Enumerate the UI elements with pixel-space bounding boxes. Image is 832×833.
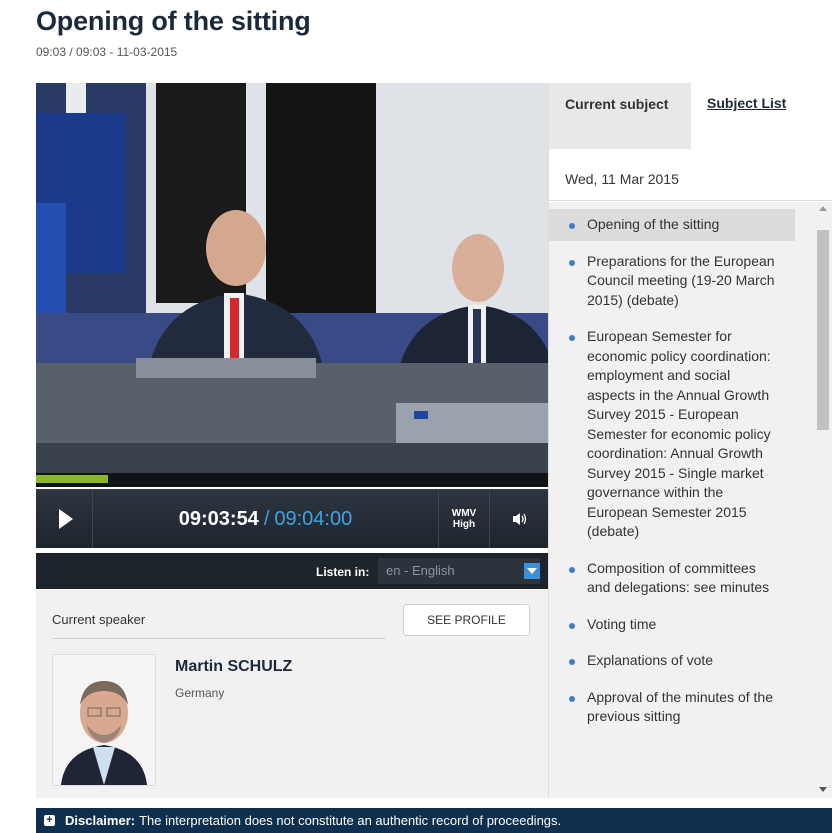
- bullet-icon: [569, 659, 575, 665]
- bullet-icon: [569, 622, 575, 629]
- disclaimer-text: The interpretation does not constitute a…: [139, 813, 562, 828]
- speaker-name[interactable]: Martin SCHULZ: [175, 658, 292, 676]
- bullet-icon: [569, 335, 575, 341]
- subject-item-label: Preparations for the European Council me…: [587, 252, 775, 308]
- current-time: 09:03:54: [178, 507, 259, 530]
- speaker-photo: [52, 654, 156, 786]
- quality-format: WMV: [451, 508, 477, 519]
- play-icon: [59, 509, 73, 529]
- language-value: en - English: [386, 563, 455, 578]
- dropdown-arrow-icon[interactable]: [524, 563, 540, 579]
- time-display: 09:03:54 / 09:04:00: [93, 490, 438, 548]
- subject-item-label: Explanations of vote: [587, 652, 714, 668]
- language-select[interactable]: en - English: [378, 558, 540, 584]
- tab-current-subject[interactable]: Current subject: [549, 83, 691, 149]
- listen-label: Listen in:: [316, 565, 370, 579]
- player-controls: 09:03:54 / 09:04:00 WMV High: [36, 489, 548, 548]
- subject-item-label: Opening of the sitting: [587, 216, 720, 232]
- video-player[interactable]: [36, 83, 548, 473]
- subject-list: Opening of the sitting Preparations for t…: [549, 202, 832, 733]
- page-title: Opening of the sitting: [36, 6, 311, 36]
- subject-item[interactable]: Opening of the sitting: [549, 209, 795, 241]
- progress-fill: [36, 475, 108, 483]
- speaker-icon: [512, 513, 526, 525]
- bullet-icon: [569, 259, 575, 266]
- tab-subject-list[interactable]: Subject List: [691, 83, 832, 149]
- speaker-section: Current speaker SEE PROFILE Martin SCHUL…: [36, 590, 548, 798]
- subject-item-label: Voting time: [587, 615, 657, 632]
- subject-item[interactable]: Composition of committees and delegation…: [549, 553, 795, 604]
- play-button[interactable]: [36, 490, 93, 548]
- video-frame-image: [36, 83, 548, 473]
- listen-bar: Listen in: en - English: [36, 553, 548, 589]
- plus-icon[interactable]: +: [44, 815, 55, 826]
- progress-bar[interactable]: [36, 473, 548, 487]
- subject-item-label: European Semester for economic policy co…: [587, 328, 771, 539]
- bullet-icon: [569, 223, 575, 229]
- subject-item-label: Approval of the minutes of the previous …: [587, 688, 773, 725]
- subject-item[interactable]: Approval of the minutes of the previous …: [549, 682, 795, 733]
- total-time: 09:04:00: [274, 507, 353, 530]
- volume-button[interactable]: [489, 490, 549, 548]
- speaker-label: Current speaker: [52, 612, 146, 627]
- scroll-thumb[interactable]: [817, 230, 829, 430]
- subject-list-area: Opening of the sitting Preparations for t…: [549, 202, 832, 798]
- session-date: Wed, 11 Mar 2015: [549, 149, 832, 201]
- page-subtitle: 09:03 / 09:03 - 11-03-2015: [36, 45, 178, 59]
- subject-item[interactable]: Voting time: [549, 609, 795, 641]
- quality-level: High: [452, 519, 476, 530]
- scroll-up-icon[interactable]: [819, 206, 827, 211]
- scroll-down-icon[interactable]: [819, 787, 827, 792]
- subject-panel: Current subject Subject List Wed, 11 Mar…: [548, 83, 832, 798]
- subject-item[interactable]: Explanations of vote: [549, 645, 795, 677]
- subject-item-label: Composition of committees and delegation…: [587, 559, 770, 596]
- subject-item[interactable]: European Semester for economic policy co…: [549, 321, 795, 548]
- quality-button[interactable]: WMV High: [438, 490, 489, 548]
- disclaimer-bar[interactable]: + Disclaimer: The interpretation does no…: [36, 808, 832, 833]
- bullet-icon: [569, 566, 575, 573]
- scrollbar[interactable]: [813, 202, 832, 798]
- see-profile-button[interactable]: SEE PROFILE: [403, 604, 530, 636]
- divider: [52, 638, 386, 639]
- bullet-icon: [569, 695, 575, 702]
- time-separator: /: [263, 507, 270, 530]
- disclaimer-label: Disclaimer:: [65, 813, 136, 828]
- subject-item[interactable]: Preparations for the European Council me…: [549, 246, 795, 317]
- speaker-country: Germany: [175, 686, 225, 700]
